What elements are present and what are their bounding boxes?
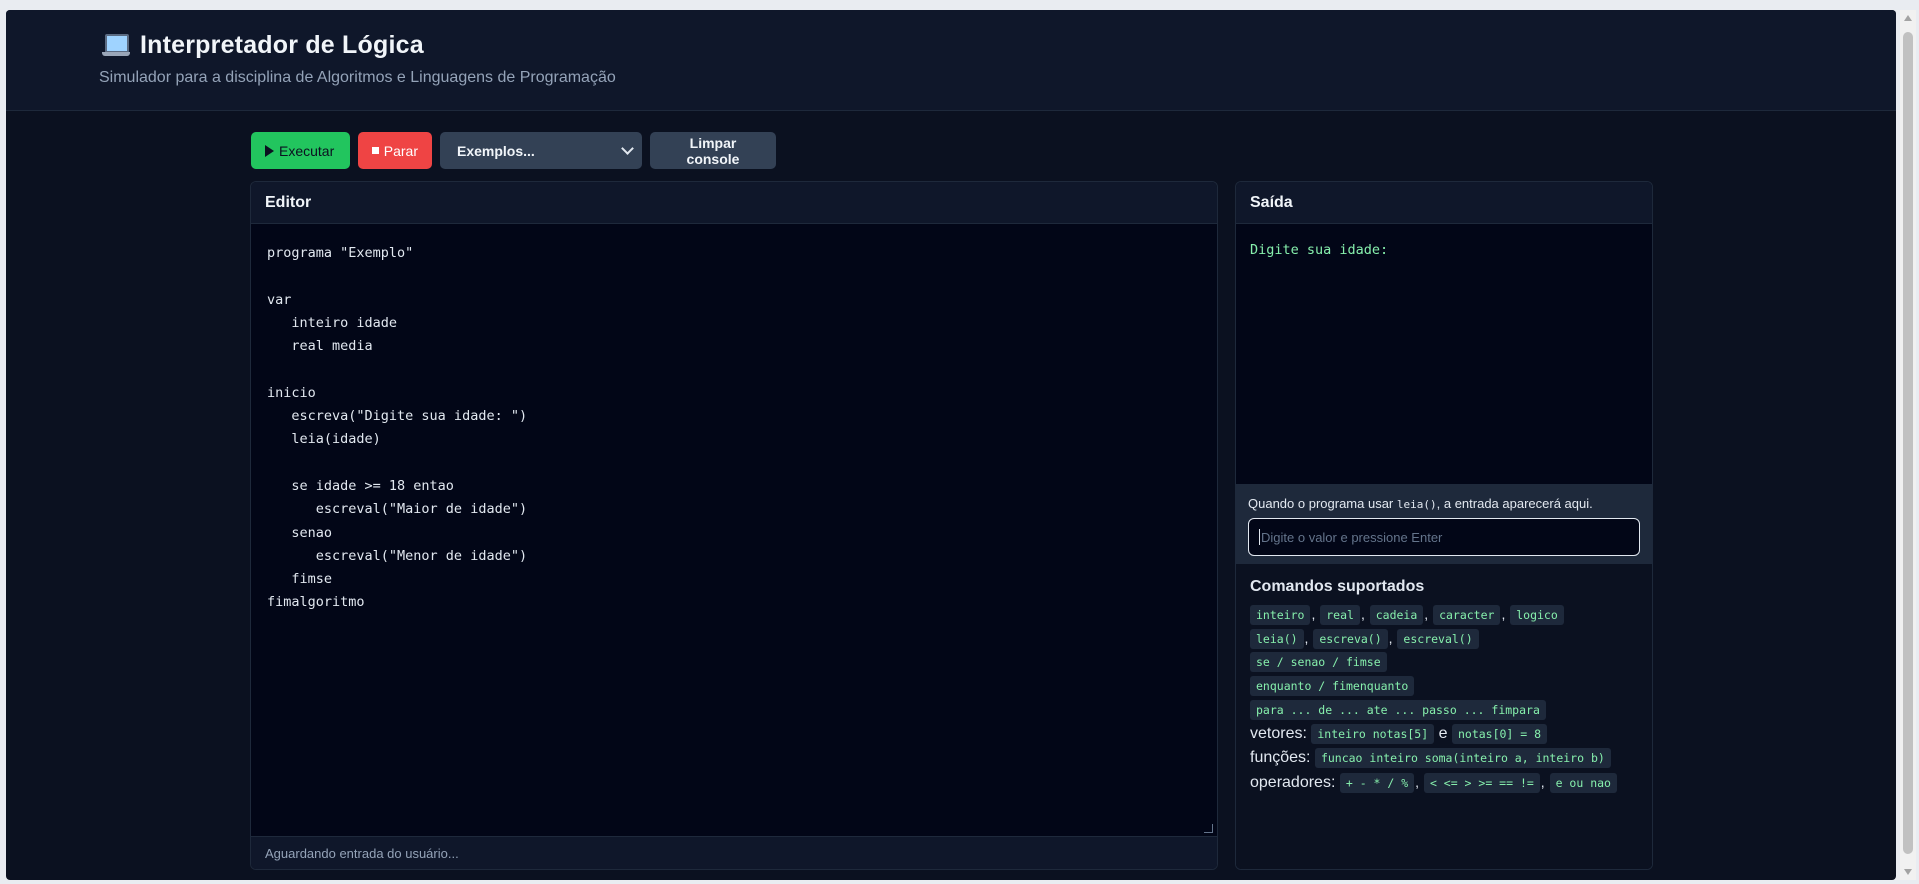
scroll-up-icon[interactable] bbox=[1904, 15, 1912, 21]
vectors-conj: e bbox=[1438, 725, 1448, 742]
commands-types: inteiro, real, cadeia, caracter, logico bbox=[1250, 602, 1638, 626]
commands-for: para ... de ... ate ... passo ... fimpar… bbox=[1250, 698, 1638, 722]
command-tag: caracter bbox=[1433, 605, 1501, 625]
command-tag: cadeia bbox=[1369, 605, 1424, 625]
resize-handle-icon[interactable] bbox=[1204, 824, 1213, 833]
vectors-label: vetores: bbox=[1250, 725, 1307, 742]
command-tag: leia() bbox=[1250, 629, 1304, 649]
commands-while: enquanto / fimenquanto bbox=[1250, 674, 1638, 698]
app-subtitle: Simulador para a disciplina de Algoritmo… bbox=[99, 69, 616, 86]
stop-button-label: Parar bbox=[383, 142, 418, 159]
commands-io: leia(), escreva(), escreval() bbox=[1250, 626, 1638, 650]
commands-operators: operadores: + - * / %, < <= > >= == !=, … bbox=[1250, 770, 1638, 794]
input-hint: Quando o programa usar leia(), a entrada… bbox=[1248, 496, 1640, 511]
stop-button[interactable]: Parar bbox=[358, 132, 432, 169]
run-button[interactable]: Executar bbox=[251, 132, 350, 169]
functions-label: funções: bbox=[1250, 749, 1311, 766]
page-scrollbar[interactable] bbox=[1900, 10, 1916, 880]
scroll-down-icon[interactable] bbox=[1904, 869, 1912, 875]
app-window: Interpretador de Lógica Simulador para a… bbox=[6, 10, 1896, 880]
status-text: Aguardando entrada do usuário... bbox=[265, 845, 459, 861]
command-tag: para ... de ... ate ... passo ... fimpar… bbox=[1250, 700, 1546, 720]
command-tag: + - * / % bbox=[1339, 773, 1415, 793]
laptop-icon bbox=[102, 33, 130, 58]
command-tag: se / senao / fimse bbox=[1250, 652, 1387, 672]
play-icon bbox=[265, 144, 274, 157]
clear-console-button[interactable]: Limpar console bbox=[650, 132, 776, 169]
commands-functions: funções: funcao inteiro soma(inteiro a, … bbox=[1250, 746, 1638, 770]
program-input-placeholder: Digite o valor e pressione Enter bbox=[1261, 529, 1443, 545]
chevron-down-icon bbox=[621, 142, 634, 155]
scroll-thumb[interactable] bbox=[1903, 32, 1913, 854]
command-tag: < <= > >= == != bbox=[1423, 773, 1540, 793]
command-tag: inteiro bbox=[1250, 605, 1311, 625]
app-header: Interpretador de Lógica Simulador para a… bbox=[6, 10, 1896, 111]
input-hint-prefix: Quando o programa usar bbox=[1248, 496, 1397, 511]
code-editor[interactable]: programa "Exemplo" var inteiro idade rea… bbox=[251, 224, 1217, 836]
run-button-label: Executar bbox=[279, 142, 335, 159]
command-tag: escreva() bbox=[1313, 629, 1388, 649]
input-hint-suffix: , a entrada aparecerá aqui. bbox=[1436, 496, 1593, 511]
command-tag: enquanto / fimenquanto bbox=[1250, 676, 1415, 696]
toolbar: Executar Parar Exemplos... Limpar consol… bbox=[251, 132, 776, 169]
editor-panel: Editor programa "Exemplo" var inteiro id… bbox=[250, 181, 1218, 870]
command-tag: real bbox=[1320, 605, 1360, 625]
editor-title: Editor bbox=[251, 182, 1217, 224]
command-tag: logico bbox=[1510, 605, 1564, 625]
command-tag: inteiro notas[5] bbox=[1311, 724, 1435, 744]
command-tag: escreval() bbox=[1397, 629, 1479, 649]
command-tag: notas[0] = 8 bbox=[1451, 724, 1548, 744]
commands-title: Comandos suportados bbox=[1250, 578, 1425, 595]
examples-select-value: Exemplos... bbox=[457, 142, 535, 159]
examples-select[interactable]: Exemplos... bbox=[440, 132, 642, 169]
program-input[interactable]: Digite o valor e pressione Enter bbox=[1248, 518, 1640, 556]
output-console: Digite sua idade: bbox=[1250, 242, 1389, 258]
output-title: Saída bbox=[1236, 182, 1652, 224]
stop-icon bbox=[372, 147, 379, 154]
commands-section: Comandos suportados inteiro, real, cadei… bbox=[1236, 564, 1652, 869]
text-caret bbox=[1259, 529, 1260, 545]
app-title: Interpretador de Lógica bbox=[140, 31, 424, 59]
input-hint-code: leia() bbox=[1396, 498, 1437, 511]
title-row: Interpretador de Lógica bbox=[102, 31, 424, 60]
command-tag: funcao inteiro soma(inteiro a, inteiro b… bbox=[1314, 748, 1611, 768]
command-tag: e ou nao bbox=[1549, 773, 1617, 793]
commands-conditional: se / senao / fimse bbox=[1250, 650, 1638, 674]
commands-vectors: vetores: inteiro notas[5] e notas[0] = 8 bbox=[1250, 722, 1638, 746]
output-panel: Saída Digite sua idade: Quando o program… bbox=[1235, 181, 1653, 870]
input-area: Quando o programa usar leia(), a entrada… bbox=[1236, 484, 1652, 564]
operators-label: operadores: bbox=[1250, 774, 1336, 791]
status-bar: Aguardando entrada do usuário... bbox=[251, 836, 1217, 869]
